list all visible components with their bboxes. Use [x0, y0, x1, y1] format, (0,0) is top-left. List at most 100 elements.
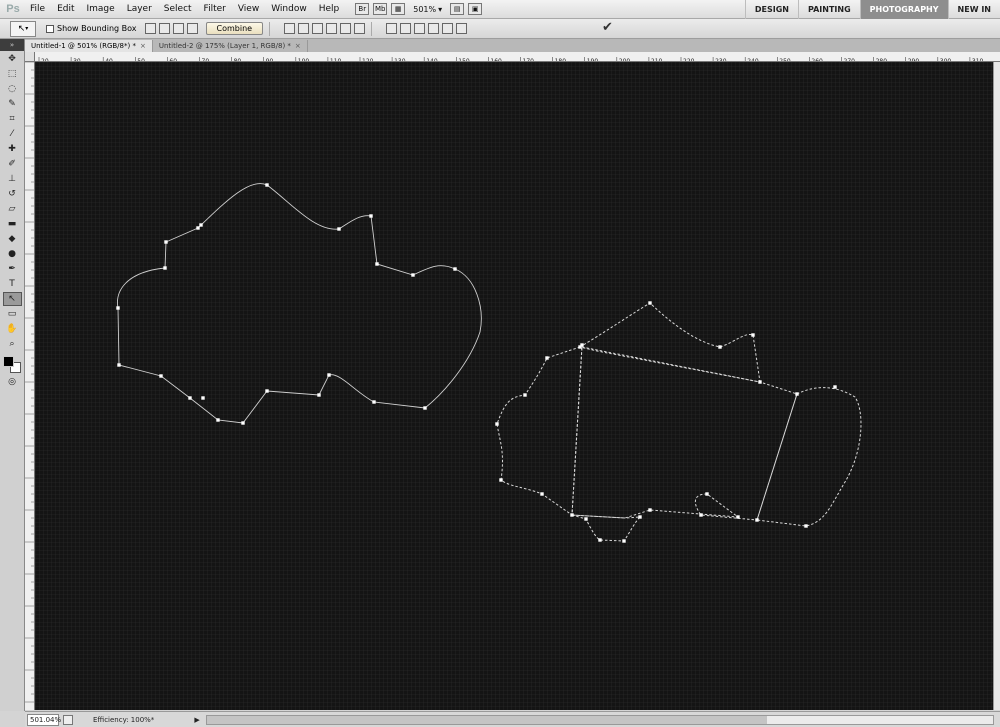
exclude-overlapping-areas-icon[interactable]: [186, 23, 198, 34]
align-top-icon[interactable]: [284, 23, 296, 34]
anchor-point[interactable]: [116, 306, 120, 310]
type-icon[interactable]: T: [3, 277, 22, 291]
anchor-point[interactable]: [705, 492, 709, 496]
show-bounding-box-option[interactable]: Show Bounding Box: [46, 24, 137, 33]
distribute-right-icon[interactable]: [456, 23, 468, 34]
anchor-point[interactable]: [755, 518, 759, 522]
anchor-point[interactable]: [736, 515, 740, 519]
healing-icon[interactable]: ✚: [3, 142, 22, 156]
anchor-point[interactable]: [241, 421, 245, 425]
distribute-top-icon[interactable]: [386, 23, 398, 34]
marquee-icon[interactable]: ⬚: [3, 67, 22, 81]
anchor-point[interactable]: [540, 492, 544, 496]
vertical-scrollbar[interactable]: [993, 62, 1000, 710]
workspace-photography[interactable]: PHOTOGRAPHY: [859, 0, 948, 19]
view-extras-icon[interactable]: ▦: [391, 3, 406, 15]
path-select-icon[interactable]: ↖: [2, 292, 22, 306]
anchor-point[interactable]: [199, 223, 203, 227]
anchor-point[interactable]: [495, 422, 499, 426]
zoom-level-dropdown[interactable]: 501% ▾: [409, 5, 446, 14]
anchor-point[interactable]: [423, 406, 427, 410]
menu-window[interactable]: Window: [265, 0, 313, 19]
anchor-point[interactable]: [751, 333, 755, 337]
anchor-point[interactable]: [578, 345, 582, 349]
distribute-left-icon[interactable]: [428, 23, 440, 34]
menu-view[interactable]: View: [232, 0, 265, 19]
tab-untitled-2[interactable]: Untitled-2 @ 175% (Layer 1, RGB/8) * ×: [153, 40, 308, 52]
history-brush-icon[interactable]: ↺: [3, 187, 22, 201]
zoom-icon[interactable]: ⌕: [3, 337, 22, 351]
hand-icon[interactable]: ✋: [3, 322, 22, 336]
anchor-point[interactable]: [804, 524, 808, 528]
foreground-color-swatch[interactable]: [3, 356, 14, 367]
anchor-point[interactable]: [337, 227, 341, 231]
shape-icon[interactable]: ▭: [3, 307, 22, 321]
close-icon[interactable]: ×: [140, 42, 146, 50]
anchor-point[interactable]: [795, 392, 799, 396]
align-horizontal-center-icon[interactable]: [340, 23, 352, 34]
anchor-point[interactable]: [411, 273, 415, 277]
move-icon[interactable]: ✥: [3, 52, 22, 66]
anchor-point[interactable]: [163, 266, 167, 270]
anchor-point[interactable]: [375, 262, 379, 266]
anchor-point[interactable]: [188, 396, 192, 400]
anchor-point[interactable]: [317, 393, 321, 397]
tool-preset-picker[interactable]: ↖ ▾: [10, 20, 36, 37]
anchor-point[interactable]: [622, 539, 626, 543]
anchor-point[interactable]: [265, 389, 269, 393]
document-canvas[interactable]: [35, 62, 1000, 710]
anchor-point[interactable]: [327, 373, 331, 377]
subtract-from-shape-area-icon[interactable]: [158, 23, 170, 34]
anchor-point[interactable]: [758, 380, 762, 384]
eyedropper-icon[interactable]: ⁄: [3, 127, 22, 141]
quick-mask-icon[interactable]: ◎: [3, 375, 22, 389]
eraser-icon[interactable]: ▱: [3, 202, 22, 216]
anchor-point[interactable]: [117, 363, 121, 367]
arrange-documents-icon[interactable]: ▤: [450, 3, 465, 15]
anchor-point[interactable]: [638, 515, 642, 519]
horizontal-scrollbar[interactable]: [205, 714, 994, 725]
document-profile-icon[interactable]: [63, 714, 73, 725]
show-bounding-box-checkbox[interactable]: [46, 24, 54, 33]
quick-select-icon[interactable]: ✎: [3, 97, 22, 111]
distribute-bottom-icon[interactable]: [414, 23, 426, 34]
anchor-point[interactable]: [598, 538, 602, 542]
align-left-icon[interactable]: [326, 23, 338, 34]
menu-filter[interactable]: Filter: [198, 0, 232, 19]
launch-bridge-icon[interactable]: Br: [355, 3, 370, 15]
gradient-icon[interactable]: ▬: [3, 217, 22, 231]
workspace-new-in[interactable]: NEW IN: [947, 0, 1000, 19]
status-zoom-input[interactable]: 501.04%: [27, 713, 61, 726]
anchor-point[interactable]: [216, 418, 220, 422]
add-to-shape-area-icon[interactable]: [144, 23, 156, 34]
anchor-point[interactable]: [648, 508, 652, 512]
workspace-design[interactable]: DESIGN: [744, 0, 798, 19]
anchor-point[interactable]: [196, 226, 200, 230]
tab-untitled-1[interactable]: Untitled-1 @ 501% (RGB/8*) * ×: [25, 40, 153, 52]
anchor-point[interactable]: [499, 478, 503, 482]
anchor-point[interactable]: [545, 356, 549, 360]
distribute-center-icon[interactable]: [400, 23, 412, 34]
anchor-point[interactable]: [369, 214, 373, 218]
anchor-point[interactable]: [201, 396, 205, 400]
anchor-point[interactable]: [570, 513, 574, 517]
menu-image[interactable]: Image: [81, 0, 121, 19]
anchor-point[interactable]: [164, 240, 168, 244]
pen-icon[interactable]: ✒: [3, 262, 22, 276]
anchor-point[interactable]: [648, 301, 652, 305]
menu-layer[interactable]: Layer: [121, 0, 158, 19]
status-menu-arrow-icon[interactable]: ▶: [194, 716, 199, 724]
horizontal-scrollbar-thumb[interactable]: [206, 715, 767, 724]
lasso-icon[interactable]: ◌: [3, 82, 22, 96]
stamp-icon[interactable]: ⊥: [3, 172, 22, 186]
anchor-point[interactable]: [699, 513, 703, 517]
ruler-origin[interactable]: [25, 52, 35, 62]
anchor-point[interactable]: [833, 385, 837, 389]
align-vertical-center-icon[interactable]: [298, 23, 310, 34]
anchor-point[interactable]: [584, 517, 588, 521]
panel-collapse-icon[interactable]: »: [0, 39, 24, 51]
menu-edit[interactable]: Edit: [51, 0, 80, 19]
horizontal-ruler[interactable]: 20 30 40 50 60 70 80 90 100 110 120 130 140 150 160 170…: [35, 52, 1000, 62]
menu-select[interactable]: Select: [158, 0, 198, 19]
anchor-point[interactable]: [453, 267, 457, 271]
